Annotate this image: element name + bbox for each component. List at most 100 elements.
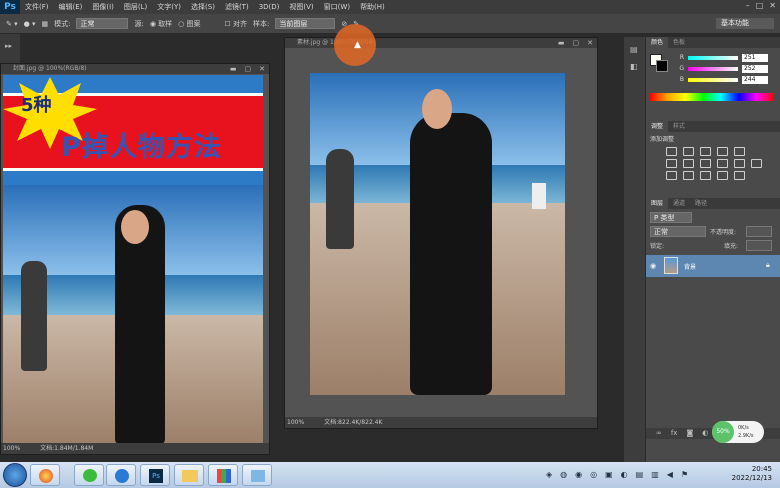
menu-file[interactable]: 文件(F) (20, 2, 54, 12)
tab-color[interactable]: 颜色 (646, 37, 669, 48)
tray-icon-2[interactable]: ◍ (560, 470, 567, 479)
properties-icon[interactable]: ◧ (624, 54, 645, 71)
mask-icon[interactable]: ◙ (686, 428, 693, 439)
taskbar-app-browser[interactable] (30, 464, 60, 486)
sample-select[interactable]: 当前图层 (275, 18, 336, 29)
tab-channels[interactable]: 通道 (668, 198, 690, 209)
flag-icon[interactable]: ⚑ (681, 470, 688, 479)
source-radio-sample[interactable]: ◉ 取样 (150, 19, 172, 29)
minimize-icon[interactable]: – (746, 1, 750, 10)
layer-kind-filter[interactable]: P 类型 (650, 212, 692, 223)
taskbar-app-chart[interactable] (208, 464, 238, 486)
black-white-icon[interactable] (700, 159, 711, 168)
mode-select[interactable]: 正常 (76, 18, 129, 29)
color-spectrum[interactable] (650, 93, 774, 101)
tab-swatches[interactable]: 色板 (668, 37, 690, 48)
slider-r-value[interactable]: 251 (742, 53, 768, 62)
hue-icon[interactable] (666, 159, 677, 168)
levels-icon[interactable] (683, 147, 694, 156)
taskbar-app-photoshop[interactable]: Ps (140, 464, 170, 486)
slider-r[interactable]: R 251 (666, 52, 768, 63)
slider-b-value[interactable]: 244 (742, 75, 768, 84)
posterize-icon[interactable] (683, 171, 694, 180)
tab-styles[interactable]: 样式 (668, 121, 690, 132)
tab-layers[interactable]: 图层 (646, 198, 669, 209)
menu-filter[interactable]: 滤镜(T) (220, 2, 254, 12)
source-radio-pattern[interactable]: ○ 图案 (178, 19, 200, 29)
fill-input[interactable] (746, 240, 772, 251)
color-lookup-icon[interactable] (751, 159, 762, 168)
maximize-icon[interactable]: □ (756, 1, 764, 10)
brightness-icon[interactable] (666, 147, 677, 156)
menu-edit[interactable]: 编辑(E) (54, 2, 88, 12)
slider-g-value[interactable]: 252 (742, 64, 768, 73)
taskbar-app-explorer[interactable] (174, 464, 204, 486)
doc1-canvas[interactable]: 5种 P掉人物方法 (3, 75, 263, 445)
opacity-input[interactable] (746, 226, 772, 237)
fx-icon[interactable]: fx (671, 428, 678, 439)
vibrance-icon[interactable] (734, 147, 745, 156)
tray-icon-3[interactable]: ◉ (575, 470, 582, 479)
doc1-maximize-icon[interactable]: ▢ (245, 64, 252, 74)
clock[interactable]: 20:45 2022/12/13 (732, 465, 772, 483)
slider-b[interactable]: B 244 (666, 74, 768, 85)
volume-icon[interactable]: ◀ (667, 470, 673, 479)
layer-name[interactable]: 背景 (684, 262, 696, 271)
menu-select[interactable]: 选择(S) (186, 2, 220, 12)
document-window-source[interactable]: 素材.jpg @ 100%(RGB/8#) ▬ ▢ ✕ 100% 文档:822.… (284, 37, 598, 429)
tray-icon-1[interactable]: ◈ (546, 470, 552, 479)
slider-g[interactable]: G 252 (666, 63, 768, 74)
tray-icon-6[interactable]: ◐ (621, 470, 628, 479)
menu-type[interactable]: 文字(Y) (152, 2, 186, 12)
curves-icon[interactable] (700, 147, 711, 156)
menu-image[interactable]: 图像(I) (87, 2, 119, 12)
workspace-select[interactable]: 基本功能 (716, 18, 774, 29)
menu-layer[interactable]: 图层(L) (119, 2, 152, 12)
align-checkbox[interactable]: ☐ 对齐 (225, 19, 248, 29)
invert-icon[interactable] (666, 171, 677, 180)
start-button[interactable] (3, 463, 27, 487)
threshold-icon[interactable] (700, 171, 711, 180)
stamp-tool-icon[interactable]: ✎ ▾ (6, 20, 18, 28)
doc2-titlebar[interactable]: 素材.jpg @ 100%(RGB/8#) ▬ ▢ ✕ (285, 38, 597, 48)
doc2-minimize-icon[interactable]: ▬ (558, 38, 565, 48)
doc2-canvas[interactable] (310, 73, 565, 395)
tab-paths[interactable]: 路径 (690, 198, 712, 209)
adjustment-layer-icon[interactable]: ◐ (702, 428, 708, 439)
taskbar-app-wechat[interactable] (74, 464, 104, 486)
toolbox-expand-icon[interactable]: ▸▸ (0, 34, 20, 50)
taskbar-app-media[interactable] (242, 464, 272, 486)
document-window-cover[interactable]: 封面.jpg @ 100%(RGB/8) ▬ ▢ ✕ 5种 P掉人物方法 100… (0, 63, 270, 455)
close-icon[interactable]: ✕ (769, 1, 776, 10)
menu-help[interactable]: 帮助(H) (355, 2, 390, 12)
doc1-minimize-icon[interactable]: ▬ (230, 64, 237, 74)
visibility-eye-icon[interactable]: ◉ (650, 262, 656, 270)
channel-mixer-icon[interactable] (734, 159, 745, 168)
menu-3d[interactable]: 3D(D) (254, 3, 285, 11)
menu-window[interactable]: 窗口(W) (319, 2, 355, 12)
blend-mode-select[interactable]: 正常 (650, 226, 706, 237)
tray-icon-4[interactable]: ◎ (590, 470, 597, 479)
doc1-close-icon[interactable]: ✕ (259, 64, 265, 74)
gradient-map-icon[interactable] (717, 171, 728, 180)
brush-preset-icon[interactable]: ● ▾ (24, 20, 36, 28)
history-icon[interactable]: ▤ (624, 37, 645, 54)
exposure-icon[interactable] (717, 147, 728, 156)
doc2-maximize-icon[interactable]: ▢ (573, 38, 580, 48)
taskbar-app-s[interactable] (106, 464, 136, 486)
color-balance-icon[interactable] (683, 159, 694, 168)
brush-panel-icon[interactable]: ▦ (41, 20, 48, 28)
menu-view[interactable]: 视图(V) (284, 2, 318, 12)
doc1-titlebar[interactable]: 封面.jpg @ 100%(RGB/8) ▬ ▢ ✕ (1, 64, 269, 74)
tray-icon-5[interactable]: ▣ (605, 470, 613, 479)
doc1-zoom[interactable]: 100% (3, 443, 20, 454)
photo-filter-icon[interactable] (717, 159, 728, 168)
tab-adjustments[interactable]: 调整 (646, 121, 669, 132)
layer-row-background[interactable]: ◉ 背景 🔒︎ (646, 255, 780, 277)
doc2-close-icon[interactable]: ✕ (587, 38, 593, 48)
doc2-zoom[interactable]: 100% (287, 417, 304, 428)
link-layers-icon[interactable]: ∞ (656, 428, 662, 439)
selective-color-icon[interactable] (734, 171, 745, 180)
tray-icon-7[interactable]: ▤ (636, 470, 644, 479)
network-icon[interactable]: ▥ (651, 470, 659, 479)
